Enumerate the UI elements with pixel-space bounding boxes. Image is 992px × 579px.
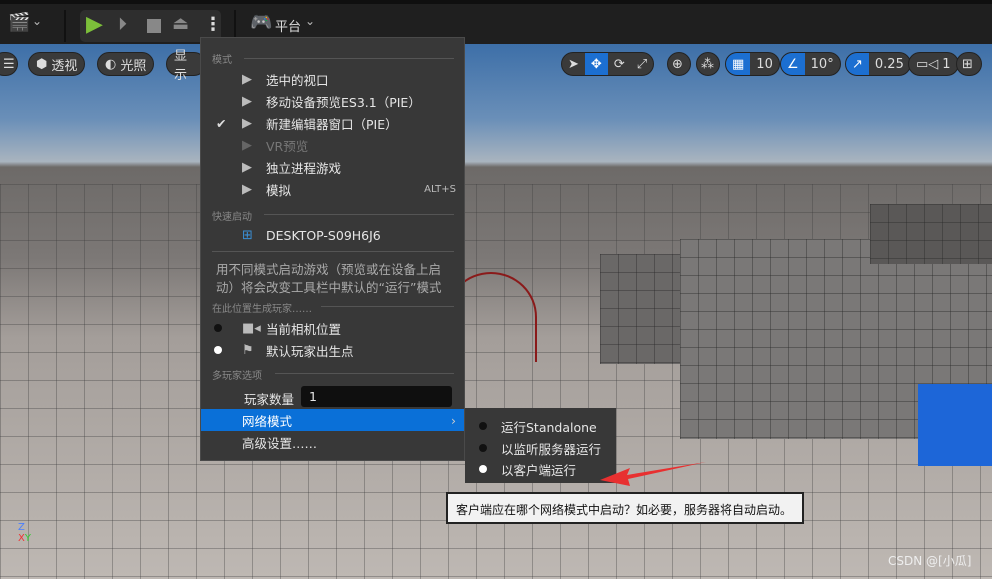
section-header: 多玩家选项 — [212, 371, 262, 382]
clapperboard-icon[interactable]: 🎬 — [8, 12, 30, 33]
mode-new-editor-window[interactable]: ✔ ▶ 新建编辑器窗口（PIE） — [201, 112, 464, 134]
grid-snap[interactable]: ▦ 10 — [725, 52, 780, 76]
mode-vr-preview[interactable]: ▶ VR预览 — [201, 134, 464, 156]
player-count-input[interactable]: 1 — [301, 386, 452, 407]
chevron-right-icon: › — [451, 412, 456, 428]
check-icon: ✔ — [216, 115, 227, 131]
spawn-player-start[interactable]: ⚑ 默认玩家出生点 — [201, 339, 464, 361]
play-icon: ▶ — [242, 115, 252, 131]
globe-icon: ⊕ — [672, 56, 683, 72]
layout-button[interactable]: ⊞ — [956, 52, 982, 76]
angle-icon[interactable]: ∠ — [781, 53, 805, 75]
radio-icon — [214, 346, 222, 354]
tooltip: 客户端应在哪个网络模式中启动？如必要，服务器将自动启动。 — [446, 492, 804, 524]
layout-grid-icon: ⊞ — [962, 56, 973, 72]
play-icon: ▶ — [242, 71, 252, 87]
camera-speed[interactable]: ▭◁ 1 — [908, 52, 959, 76]
windows-icon: ⊞ — [242, 227, 253, 243]
radio-icon — [479, 465, 487, 473]
advanced-settings[interactable]: 高级设置…… — [201, 431, 464, 453]
lighting-button[interactable]: ◐ 光照 — [97, 52, 155, 76]
net-standalone[interactable]: 运行Standalone — [465, 415, 616, 437]
red-arrow-annotation — [600, 462, 706, 486]
mode-simulate[interactable]: ▶ 模拟 ALT+S — [201, 178, 464, 200]
net-client[interactable]: 以客户端运行 — [465, 458, 616, 480]
platform-menu[interactable]: 平台 — [275, 16, 301, 35]
move-icon[interactable]: ✥ — [584, 53, 608, 75]
more-vertical-icon[interactable]: ⋮ — [204, 14, 222, 35]
scale-snap[interactable]: ↗ 0.25 — [845, 52, 911, 76]
flag-icon: ⚑ — [242, 342, 254, 358]
player-count-label: 玩家数量 — [244, 392, 295, 407]
chevron-down-icon[interactable]: ⌄ — [305, 14, 315, 28]
camera-icon: ■◂ — [242, 320, 261, 336]
play-icon: ▶ — [242, 159, 252, 175]
axis-gizmo: Z XY — [18, 522, 31, 544]
blue-cube — [918, 384, 992, 466]
rotation-snap[interactable]: ∠ 10° — [780, 52, 841, 76]
world-local-button[interactable]: ⊕ — [667, 52, 691, 76]
select-icon[interactable]: ➤ — [562, 53, 585, 75]
play-icon: ▶ — [242, 93, 252, 109]
watermark: CSDN @[小瓜] — [888, 554, 972, 568]
play-icon[interactable]: ▶ — [86, 12, 103, 37]
play-icon: ▶ — [242, 137, 252, 153]
hint-text: 用不同模式启动游戏（预览或在设备上启动）将会改变工具栏中默认的“运行”模式 — [216, 262, 442, 295]
surface-snap-button[interactable]: ⁂ — [696, 52, 720, 76]
menu-icon: ☰ — [3, 56, 15, 72]
perspective-button[interactable]: ⬢ 透视 — [28, 52, 86, 76]
play-options-menu: 模式 ▶ 选中的视口 ▶ 移动设备预览ES3.1（PIE） ✔ ▶ 新建编辑器窗口（PI… — [200, 37, 465, 461]
viewport-menu-button[interactable]: ☰ — [0, 52, 18, 76]
step-icon[interactable]: ⏵ — [118, 14, 127, 35]
mode-standalone-game[interactable]: ▶ 独立进程游戏 — [201, 156, 464, 178]
chevron-down-icon[interactable]: ⌄ — [32, 14, 42, 28]
section-header: 在此位置生成玩家…… — [212, 304, 312, 315]
scale-icon[interactable]: ⤢ — [631, 53, 653, 75]
section-header: 快速启动 — [212, 212, 252, 223]
play-icon: ▶ — [242, 181, 252, 197]
cube-icon: ⬢ — [36, 56, 48, 72]
net-listen-server[interactable]: 以监听服务器运行 — [465, 437, 616, 459]
gamepad-monitor-icon[interactable]: 🎮 — [250, 12, 272, 33]
net-mode-item[interactable]: 网络模式 › — [201, 409, 464, 431]
scale-arrow-icon[interactable]: ↗ — [846, 53, 869, 75]
stop-icon[interactable] — [147, 19, 161, 33]
grid-icon[interactable]: ▦ — [726, 53, 751, 75]
transform-tools: ➤ ✥ ⟳ ⤢ — [561, 52, 655, 76]
main-toolbar: 🎬 ⌄ ▶ ⏵ ⏏ ⋮ 🎮 平台 ⌄ — [0, 0, 992, 44]
mode-selected-viewport[interactable]: ▶ 选中的视口 — [201, 68, 464, 90]
radio-icon — [479, 444, 487, 452]
section-header: 模式 — [212, 55, 232, 66]
spawn-camera[interactable]: ■◂ 当前相机位置 — [201, 317, 464, 339]
mode-mobile-preview[interactable]: ▶ 移动设备预览ES3.1（PIE） — [201, 90, 464, 112]
device-launch[interactable]: ⊞ DESKTOP-S09H6J6 — [201, 224, 464, 246]
net-mode-submenu: 运行Standalone 以监听服务器运行 以客户端运行 — [465, 408, 616, 483]
rotate-icon[interactable]: ⟳ — [608, 53, 631, 75]
sphere-icon: ◐ — [105, 56, 117, 72]
camera-icon: ▭◁ — [916, 56, 939, 72]
radio-icon — [214, 324, 222, 332]
eject-icon[interactable]: ⏏ — [172, 13, 189, 34]
snap-icon: ⁂ — [701, 56, 714, 72]
radio-icon — [479, 422, 487, 430]
